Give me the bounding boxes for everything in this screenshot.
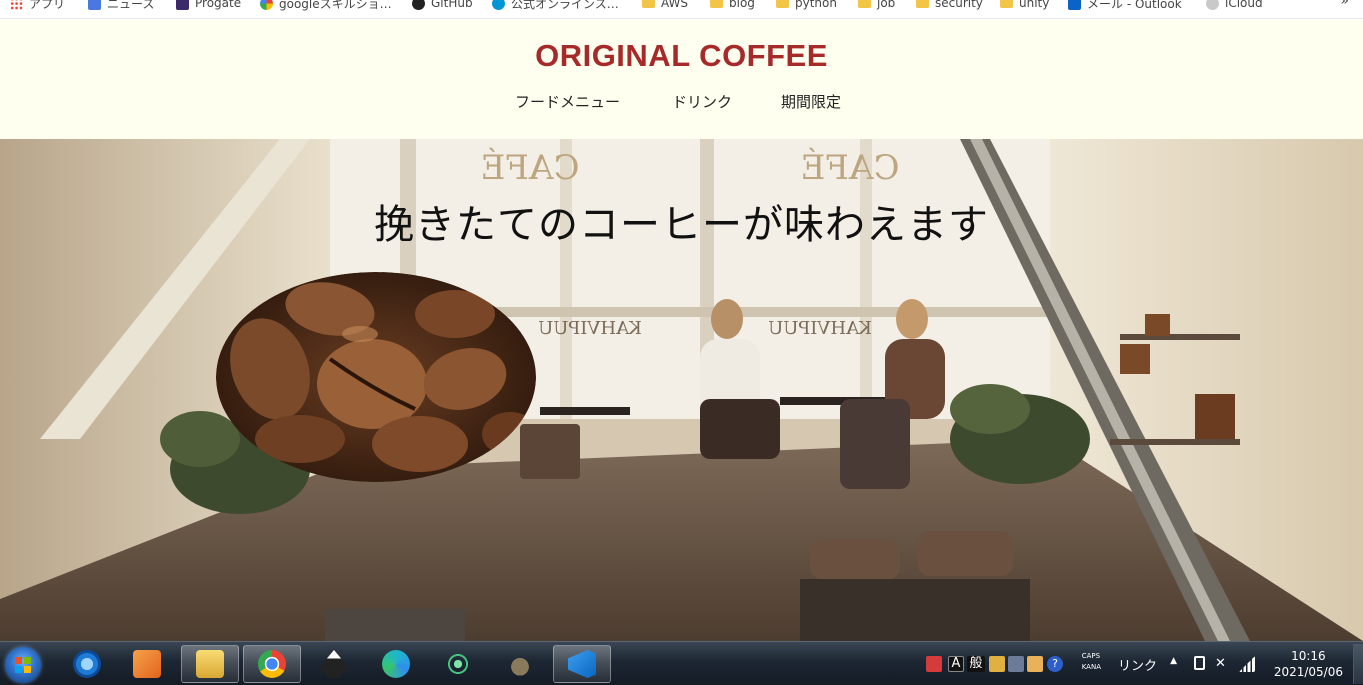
- kahvipuu-window-sign: KAHVIPUU: [538, 318, 642, 339]
- bookmark-progate[interactable]: Progate: [176, 0, 241, 13]
- bookmark-python[interactable]: python: [776, 0, 837, 13]
- taskbar-chrome[interactable]: [243, 645, 301, 683]
- bookmark-job[interactable]: job: [858, 0, 895, 13]
- bookmark-outlook[interactable]: メール - Outlook: [1068, 0, 1182, 13]
- kahvipuu-window-sign: KAHVIPUU: [768, 318, 872, 339]
- github-icon: [412, 0, 425, 10]
- show-desktop-button[interactable]: [1353, 644, 1363, 684]
- site-nav: フードメニュー ドリンク 期間限定: [0, 91, 1363, 111]
- hp-icon: [492, 0, 505, 10]
- coffee-beans-image: [216, 272, 536, 482]
- bookmarks-overflow-button[interactable]: »: [1340, 0, 1349, 9]
- ime-tool-icon[interactable]: [989, 656, 1005, 672]
- nav-drink[interactable]: ドリンク: [672, 91, 732, 112]
- nav-food-menu[interactable]: フードメニュー: [515, 91, 620, 112]
- cafe-window-sign: CAFÉ: [481, 147, 580, 188]
- bookmark-news[interactable]: ニュース: [88, 0, 154, 13]
- site-title[interactable]: ORIGINAL COFFEE: [0, 38, 1363, 74]
- internet-explorer-icon: [73, 650, 101, 678]
- folder-icon: [642, 0, 655, 8]
- tray-app-icon[interactable]: [926, 656, 942, 672]
- caps-kana-indicator: CAPS KANA: [1081, 652, 1101, 671]
- bookmark-google-skillshop[interactable]: googleスキルショ…: [260, 0, 392, 13]
- taskbar-media-player[interactable]: [118, 645, 176, 683]
- folder-icon: [196, 650, 224, 678]
- gimp-icon: [506, 650, 534, 678]
- nav-limited-time[interactable]: 期間限定: [781, 91, 841, 112]
- progate-icon: [176, 0, 189, 10]
- bookmark-icloud[interactable]: iCloud: [1206, 0, 1263, 13]
- help-icon[interactable]: ?: [1047, 656, 1063, 672]
- media-player-icon: [133, 650, 161, 678]
- taskbar-edge[interactable]: [367, 645, 425, 683]
- google-news-icon: [88, 0, 101, 10]
- hero-section: KAHVIPUU KAHVIPUU CAFÉ CAFÉ 挽きたてのコーヒーが味わ…: [0, 139, 1363, 641]
- vscode-icon: [568, 650, 596, 678]
- taskbar-inkscape[interactable]: [305, 645, 363, 683]
- link-toolbar-label[interactable]: リンク: [1118, 655, 1157, 674]
- bookmark-hp-store[interactable]: 公式オンラインス…: [492, 0, 619, 13]
- bookmark-github[interactable]: GitHub: [412, 0, 473, 13]
- folder-icon: [858, 0, 871, 8]
- apps-grid-icon: [10, 0, 23, 10]
- ime-mode-indicator[interactable]: A: [948, 656, 964, 672]
- bookmark-unity[interactable]: unity: [1000, 0, 1049, 13]
- network-signal-icon[interactable]: [1239, 656, 1255, 672]
- bookmark-blog[interactable]: blog: [710, 0, 755, 13]
- inkscape-icon: [320, 650, 348, 678]
- taskbar-vscode[interactable]: [553, 645, 611, 683]
- folder-icon: [710, 0, 723, 8]
- folder-icon: [916, 0, 929, 8]
- bookmark-security[interactable]: security: [916, 0, 983, 13]
- atom-icon: [444, 650, 472, 678]
- folder-icon: [776, 0, 789, 8]
- ime-dictionary-icon[interactable]: [1008, 656, 1024, 672]
- hero-heading: 挽きたてのコーヒーが味わえます: [374, 202, 989, 248]
- windows-taskbar: A 般 ? CAPS KANA リンク ▲ ✕ 10:16 2021/05/06: [0, 641, 1363, 685]
- outlook-icon: [1068, 0, 1081, 10]
- edge-icon: [382, 650, 410, 678]
- ime-settings-icon[interactable]: [1027, 656, 1043, 672]
- taskbar-gimp[interactable]: [491, 645, 549, 683]
- icloud-icon: [1206, 0, 1219, 10]
- taskbar-atom[interactable]: [429, 645, 487, 683]
- folder-icon: [1000, 0, 1013, 8]
- start-button[interactable]: [5, 647, 41, 683]
- site-header: ORIGINAL COFFEE フードメニュー ドリンク 期間限定: [0, 20, 1363, 139]
- volume-muted-icon[interactable]: ✕: [1215, 656, 1231, 672]
- bookmarks-bar: アプリ ニュース Progate googleスキルショ… GitHub 公式オ…: [0, 0, 1363, 19]
- cafe-window-sign: CAFÉ: [801, 147, 900, 188]
- bookmark-aws[interactable]: AWS: [642, 0, 688, 13]
- bookmark-apps[interactable]: アプリ: [10, 0, 65, 13]
- taskbar-file-explorer[interactable]: [181, 645, 239, 683]
- device-icon[interactable]: [1194, 656, 1205, 670]
- ime-kanji-indicator[interactable]: 般: [967, 656, 985, 672]
- google-icon: [260, 0, 273, 10]
- taskbar-clock[interactable]: 10:16 2021/05/06: [1274, 648, 1343, 680]
- taskbar-internet-explorer[interactable]: [58, 645, 116, 683]
- chrome-icon: [258, 650, 286, 678]
- show-hidden-icons-chevron-icon[interactable]: ▲: [1170, 656, 1177, 666]
